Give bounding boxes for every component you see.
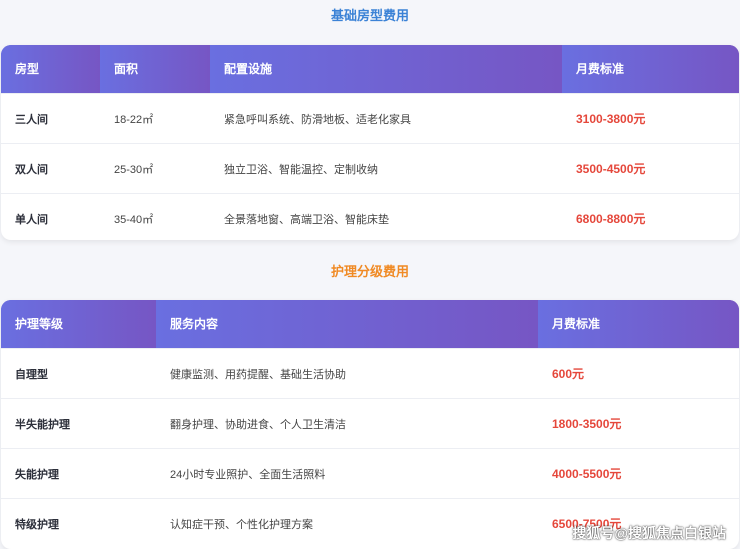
table-row: 三人间 18-22㎡ 紧急呼叫系统、防滑地板、适老化家具 3100-3800元: [1, 93, 739, 143]
header-facilities: 配置设施: [210, 45, 562, 93]
care-fee-table: 护理等级 服务内容 月费标准 自理型 健康监测、用药提醒、基础生活协助 600元…: [1, 300, 739, 549]
care-price: 1800-3500元: [552, 417, 622, 431]
care-level: 半失能护理: [15, 418, 70, 431]
room-fee-title: 基础房型费用: [330, 8, 409, 23]
header-area: 面积: [100, 45, 210, 93]
room-area: 25-30㎡: [114, 163, 154, 176]
care-service: 健康监测、用药提醒、基础生活协助: [170, 368, 346, 381]
table-row: 失能护理 24小时专业照护、全面生活照料 4000-5500元: [1, 448, 739, 498]
care-service: 24小时专业照护、全面生活照料: [170, 468, 326, 481]
room-price: 3500-4500元: [576, 162, 646, 176]
table-header: 护理等级 服务内容 月费标准: [1, 300, 739, 348]
table-row: 半失能护理 翻身护理、协助进食、个人卫生清洁 1800-3500元: [1, 398, 739, 448]
header-monthly-fee: 月费标准: [562, 45, 739, 93]
care-level: 失能护理: [15, 468, 59, 481]
room-type: 双人间: [15, 163, 48, 176]
header-service: 服务内容: [156, 300, 538, 348]
care-fee-title: 护理分级费用: [330, 264, 409, 279]
care-level: 自理型: [15, 368, 48, 381]
care-service: 认知症干预、个性化护理方案: [170, 518, 313, 531]
header-care-level: 护理等级: [1, 300, 156, 348]
room-facilities: 全景落地窗、高端卫浴、智能床垫: [224, 213, 389, 226]
care-price: 600元: [552, 367, 585, 381]
table-row: 自理型 健康监测、用药提醒、基础生活协助 600元: [1, 348, 739, 398]
room-facilities: 独立卫浴、智能温控、定制收纳: [224, 163, 378, 176]
room-facilities: 紧急呼叫系统、防滑地板、适老化家具: [224, 113, 411, 126]
header-room-type: 房型: [1, 45, 100, 93]
care-price: 4000-5500元: [552, 467, 622, 481]
table-row: 双人间 25-30㎡ 独立卫浴、智能温控、定制收纳 3500-4500元: [1, 143, 739, 193]
room-fee-table: 房型 面积 配置设施 月费标准 三人间 18-22㎡ 紧急呼叫系统、防滑地板、适…: [1, 45, 739, 240]
room-type: 三人间: [15, 113, 48, 126]
room-area: 35-40㎡: [114, 213, 154, 226]
room-price: 6800-8800元: [576, 212, 646, 226]
table-row: 单人间 35-40㎡ 全景落地窗、高端卫浴、智能床垫 6800-8800元: [1, 193, 739, 240]
room-area: 18-22㎡: [114, 113, 154, 126]
room-type: 单人间: [15, 213, 48, 226]
room-price: 3100-3800元: [576, 112, 646, 126]
care-level: 特级护理: [15, 518, 59, 531]
watermark: 搜狐号@搜狐焦点白银站: [572, 525, 726, 541]
table-header: 房型 面积 配置设施 月费标准: [1, 45, 739, 93]
header-monthly-fee: 月费标准: [538, 300, 739, 348]
care-service: 翻身护理、协助进食、个人卫生清洁: [170, 418, 346, 431]
